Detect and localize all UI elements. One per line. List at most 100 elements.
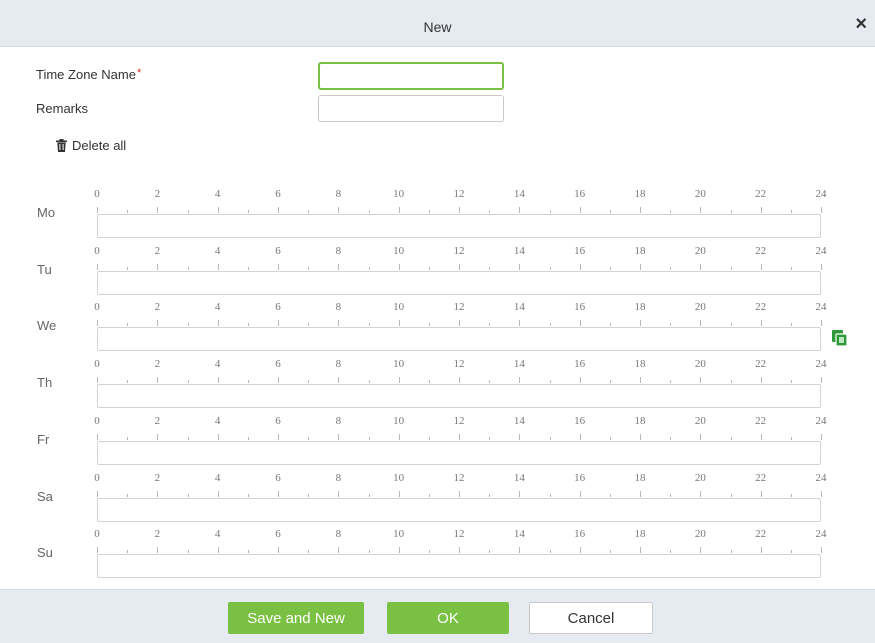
hour-tick-label: 10 [393,188,405,200]
delete-all-button[interactable]: Delete all [56,138,126,153]
hour-tick [489,210,491,213]
hour-tick-label: 6 [275,472,281,484]
hour-tick [579,264,581,270]
hour-tick [790,267,792,270]
hour-tick [609,323,611,326]
hour-tick [127,437,129,440]
time-segment-bar[interactable] [97,327,821,351]
hour-tick [670,494,672,497]
hour-tick [157,377,159,383]
hour-tick [368,267,370,270]
hour-tick-label: 12 [453,245,465,257]
hour-tick [368,210,370,213]
hour-tick [459,320,460,326]
time-segment-bar[interactable] [97,384,821,408]
hour-tick [278,207,279,213]
hour-tick [670,550,672,553]
hour-tick-label: 14 [513,358,525,370]
ok-button[interactable]: OK [387,602,509,634]
remarks-input[interactable] [318,95,504,122]
hour-tick-label: 0 [94,301,100,313]
hour-tick [519,207,521,213]
hour-tick-label: 12 [453,472,465,484]
hour-tick [187,267,189,270]
hour-tick-label: 4 [214,528,221,540]
hour-tick-label: 16 [574,528,586,540]
time-zone-name-input[interactable] [318,62,504,90]
hour-tick [398,207,400,213]
hour-tick [489,380,491,383]
hour-tick-label: 10 [393,415,405,427]
copy-icon[interactable] [831,329,849,352]
hour-tick-label: 10 [393,472,405,484]
remarks-label: Remarks [36,101,89,116]
hour-tick-label: 18 [634,472,646,484]
hour-tick [368,550,370,553]
hour-tick-label: 12 [453,188,465,200]
hour-tick [700,491,702,497]
hour-scale: 0 2 4 6 8 10 12 14 16 18 20 22 24 [94,188,827,214]
time-segment-bar[interactable] [97,441,821,465]
hour-tick-label: 2 [154,472,161,484]
cancel-button[interactable]: Cancel [529,602,653,634]
hour-tick [308,323,310,326]
hour-tick-label: 22 [755,301,767,313]
hour-tick-label: 0 [94,528,100,540]
hour-tick [730,550,732,553]
hour-tick [217,434,219,440]
hour-tick [398,547,400,553]
hour-tick-label: 14 [513,472,525,484]
hour-tick-label: 24 [815,528,827,540]
hour-tick [398,377,400,383]
hour-tick-label: 0 [94,472,100,484]
close-icon[interactable]: × [855,14,867,34]
hour-tick-label: 22 [755,188,767,200]
hour-tick [640,491,641,497]
hour-tick [821,264,822,270]
hour-tick [278,434,279,440]
hour-tick [790,380,792,383]
save-and-new-button[interactable]: Save and New [228,602,364,634]
hour-tick [640,434,641,440]
hour-tick [217,320,219,326]
hour-tick [308,267,310,270]
hour-tick [790,323,792,326]
hour-tick [338,491,340,497]
hour-tick [217,207,219,213]
hour-tick [519,434,521,440]
hour-tick [519,377,521,383]
hour-tick [760,207,762,213]
hour-tick-label: 20 [694,415,706,427]
hour-tick-label: 18 [634,528,646,540]
time-segment-bar[interactable] [97,554,821,578]
time-zone-name-label-text: Time Zone Name [36,67,136,82]
hour-tick-label: 8 [335,415,342,427]
hour-scale: 0 2 4 6 8 10 12 14 16 18 20 22 24 [94,301,827,327]
hour-tick [97,377,98,383]
hour-tick-label: 24 [815,472,827,484]
hour-tick [549,437,551,440]
hour-tick-label: 20 [694,358,706,370]
day-row: Su 0 2 4 6 8 10 12 14 16 18 20 22 24 [0,528,875,586]
hour-tick [700,320,702,326]
day-row: Sa 0 2 4 6 8 10 12 14 16 18 20 22 24 [0,472,875,530]
time-segment-bar[interactable] [97,498,821,522]
hour-tick [157,491,159,497]
hour-tick [278,547,279,553]
time-segment-bar[interactable] [97,214,821,238]
time-segment-bar[interactable] [97,271,821,295]
hour-tick [549,550,551,553]
hour-tick [398,264,400,270]
hour-tick [127,267,129,270]
hour-tick [609,494,611,497]
hour-tick [730,380,732,383]
hour-tick-label: 8 [335,245,342,257]
hour-tick [278,264,279,270]
hour-tick [368,323,370,326]
hour-tick-label: 10 [393,358,405,370]
hour-tick [97,434,98,440]
hour-tick [579,377,581,383]
hour-tick-label: 4 [214,415,221,427]
hour-tick-label: 12 [453,301,465,313]
hour-tick [670,267,672,270]
